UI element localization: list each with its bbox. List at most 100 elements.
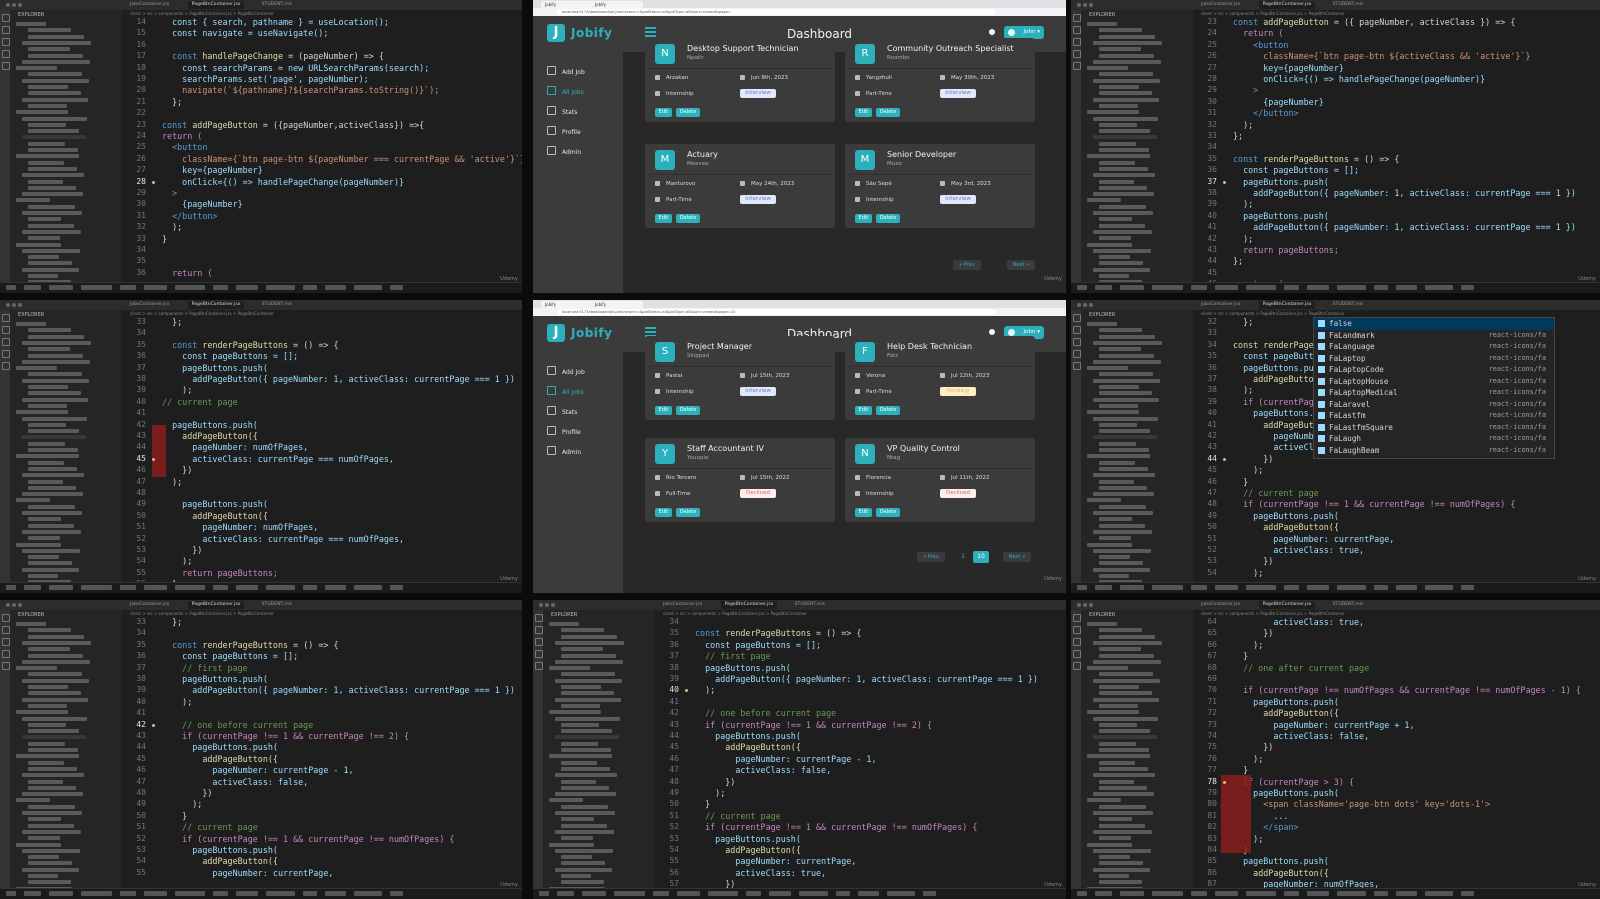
explorer-file-item[interactable] <box>22 435 86 440</box>
delete-button[interactable]: Delete <box>876 508 900 517</box>
delete-button[interactable]: Delete <box>676 108 700 117</box>
explorer-file-item[interactable] <box>561 836 593 841</box>
explorer-file-item[interactable] <box>22 811 82 815</box>
explorer-file-item[interactable] <box>1099 129 1150 134</box>
autocomplete-item[interactable]: FaLandmark react-icons/fa <box>1314 330 1554 342</box>
explorer-file-item[interactable] <box>1093 829 1152 834</box>
explorer-file-item[interactable] <box>28 385 68 389</box>
explorer-file-item[interactable] <box>16 666 57 671</box>
activity-icon[interactable] <box>2 50 10 58</box>
explorer-file-item[interactable] <box>1087 322 1117 326</box>
edit-button[interactable]: Edit <box>655 108 672 117</box>
status-item[interactable] <box>24 285 41 290</box>
status-item[interactable] <box>1095 891 1112 896</box>
explorer-file-item[interactable] <box>22 492 83 497</box>
activity-icon[interactable] <box>1073 50 1081 58</box>
explorer-file-item[interactable] <box>549 710 601 715</box>
explorer-file-item[interactable] <box>22 378 89 383</box>
status-item[interactable] <box>390 285 403 290</box>
explorer-file-item[interactable] <box>22 473 84 478</box>
editor-tab[interactable]: PageBtnContainer.jsx <box>1258 1 1316 9</box>
explorer-file-item[interactable] <box>1099 422 1137 427</box>
explorer-file-item[interactable] <box>1087 454 1150 459</box>
status-item[interactable] <box>1077 891 1087 896</box>
explorer-file-item[interactable] <box>561 785 609 790</box>
status-item[interactable] <box>49 285 73 290</box>
explorer-file-item[interactable] <box>1099 334 1155 339</box>
explorer-file-item[interactable] <box>28 448 78 452</box>
status-item[interactable] <box>1152 285 1183 290</box>
activity-icon[interactable] <box>2 62 10 70</box>
explorer-file-item[interactable] <box>1099 855 1130 860</box>
status-item[interactable] <box>1152 891 1183 896</box>
explorer-file-item[interactable] <box>28 185 76 190</box>
editor-tab[interactable]: PageBtnContainer.jsx <box>187 601 245 609</box>
status-item[interactable] <box>144 585 167 590</box>
explorer-file-item[interactable] <box>1093 397 1159 402</box>
status-item[interactable] <box>1191 285 1207 290</box>
explorer-file-item[interactable] <box>28 855 59 860</box>
explorer-file-item[interactable] <box>1093 492 1154 497</box>
status-item[interactable] <box>325 285 346 290</box>
explorer-file-item[interactable] <box>1099 574 1129 578</box>
explorer-file-item[interactable] <box>16 454 79 459</box>
explorer-file-item[interactable] <box>1099 874 1129 878</box>
explorer-file-item[interactable] <box>22 397 88 402</box>
explorer-file-item[interactable] <box>28 166 77 171</box>
code-editor[interactable]: 23 const addPageButton = ({ pageNumber, a… <box>1193 17 1600 289</box>
status-item[interactable] <box>325 891 346 896</box>
status-item[interactable] <box>1374 891 1388 896</box>
explorer-file-item[interactable] <box>555 829 614 834</box>
autocomplete-item[interactable]: FaLastfmSquare react-icons/fa <box>1314 422 1554 434</box>
edit-button[interactable]: Edit <box>855 406 872 415</box>
explorer-file-item[interactable] <box>1099 823 1145 828</box>
code-editor[interactable]: 33 }; 34 35 const renderPageButtons = () =… <box>122 617 522 889</box>
explorer-file-item[interactable] <box>1099 255 1130 260</box>
explorer-file-item[interactable] <box>1093 848 1151 853</box>
explorer-file-item[interactable] <box>22 659 90 664</box>
explorer-file-item[interactable] <box>1093 697 1159 702</box>
explorer-file-item[interactable] <box>16 798 50 803</box>
explorer-file-item[interactable] <box>28 141 65 146</box>
explorer-file-item[interactable] <box>16 498 50 503</box>
status-item[interactable] <box>1215 285 1238 290</box>
explorer-file-item[interactable] <box>16 366 57 371</box>
status-item[interactable] <box>303 585 317 590</box>
status-item[interactable] <box>144 285 167 290</box>
status-item[interactable] <box>1307 285 1329 290</box>
explorer-file-item[interactable] <box>1087 622 1117 626</box>
explorer-file-item[interactable] <box>1099 722 1137 727</box>
editor-tab[interactable]: JobsContainer.jsx <box>659 601 706 609</box>
activity-icon[interactable] <box>535 638 543 646</box>
status-item[interactable] <box>1191 891 1207 896</box>
explorer-file-item[interactable] <box>28 691 81 696</box>
explorer-file-item[interactable] <box>1099 555 1130 560</box>
autocomplete-item[interactable]: FaLaptopCode react-icons/fa <box>1314 364 1554 376</box>
explorer-file-item[interactable] <box>22 229 81 234</box>
editor-tab[interactable]: STUDENT.md <box>1329 301 1367 309</box>
explorer-file-item[interactable] <box>28 217 61 222</box>
explorer-file-item[interactable] <box>28 703 67 708</box>
explorer-file-item[interactable] <box>1093 248 1151 253</box>
status-item[interactable] <box>354 585 382 590</box>
explorer-file-item[interactable] <box>1087 542 1132 547</box>
explorer-file-item[interactable] <box>555 716 620 721</box>
explorer-file-item[interactable] <box>555 678 622 683</box>
editor-tab[interactable]: JobsContainer.jsx <box>126 601 173 609</box>
explorer-file-item[interactable] <box>16 754 79 759</box>
editor-tab[interactable]: STUDENT.md <box>258 1 296 9</box>
autocomplete-item[interactable]: FaLaugh react-icons/fa <box>1314 433 1554 445</box>
status-item[interactable] <box>582 891 606 896</box>
status-item[interactable] <box>236 285 258 290</box>
status-item[interactable] <box>539 891 549 896</box>
status-item[interactable] <box>836 891 850 896</box>
status-item[interactable] <box>1120 585 1144 590</box>
explorer-file-item[interactable] <box>1099 166 1148 171</box>
status-item[interactable] <box>677 891 700 896</box>
delete-button[interactable]: Delete <box>876 214 900 223</box>
explorer-file-item[interactable] <box>28 347 70 352</box>
code-editor[interactable]: 64 activeClass: true, 65 }) 66 ); 67 } 68 //… <box>1193 617 1600 889</box>
explorer-file-item[interactable] <box>1099 523 1145 528</box>
status-item[interactable] <box>49 891 73 896</box>
explorer-file-item[interactable] <box>16 710 68 715</box>
